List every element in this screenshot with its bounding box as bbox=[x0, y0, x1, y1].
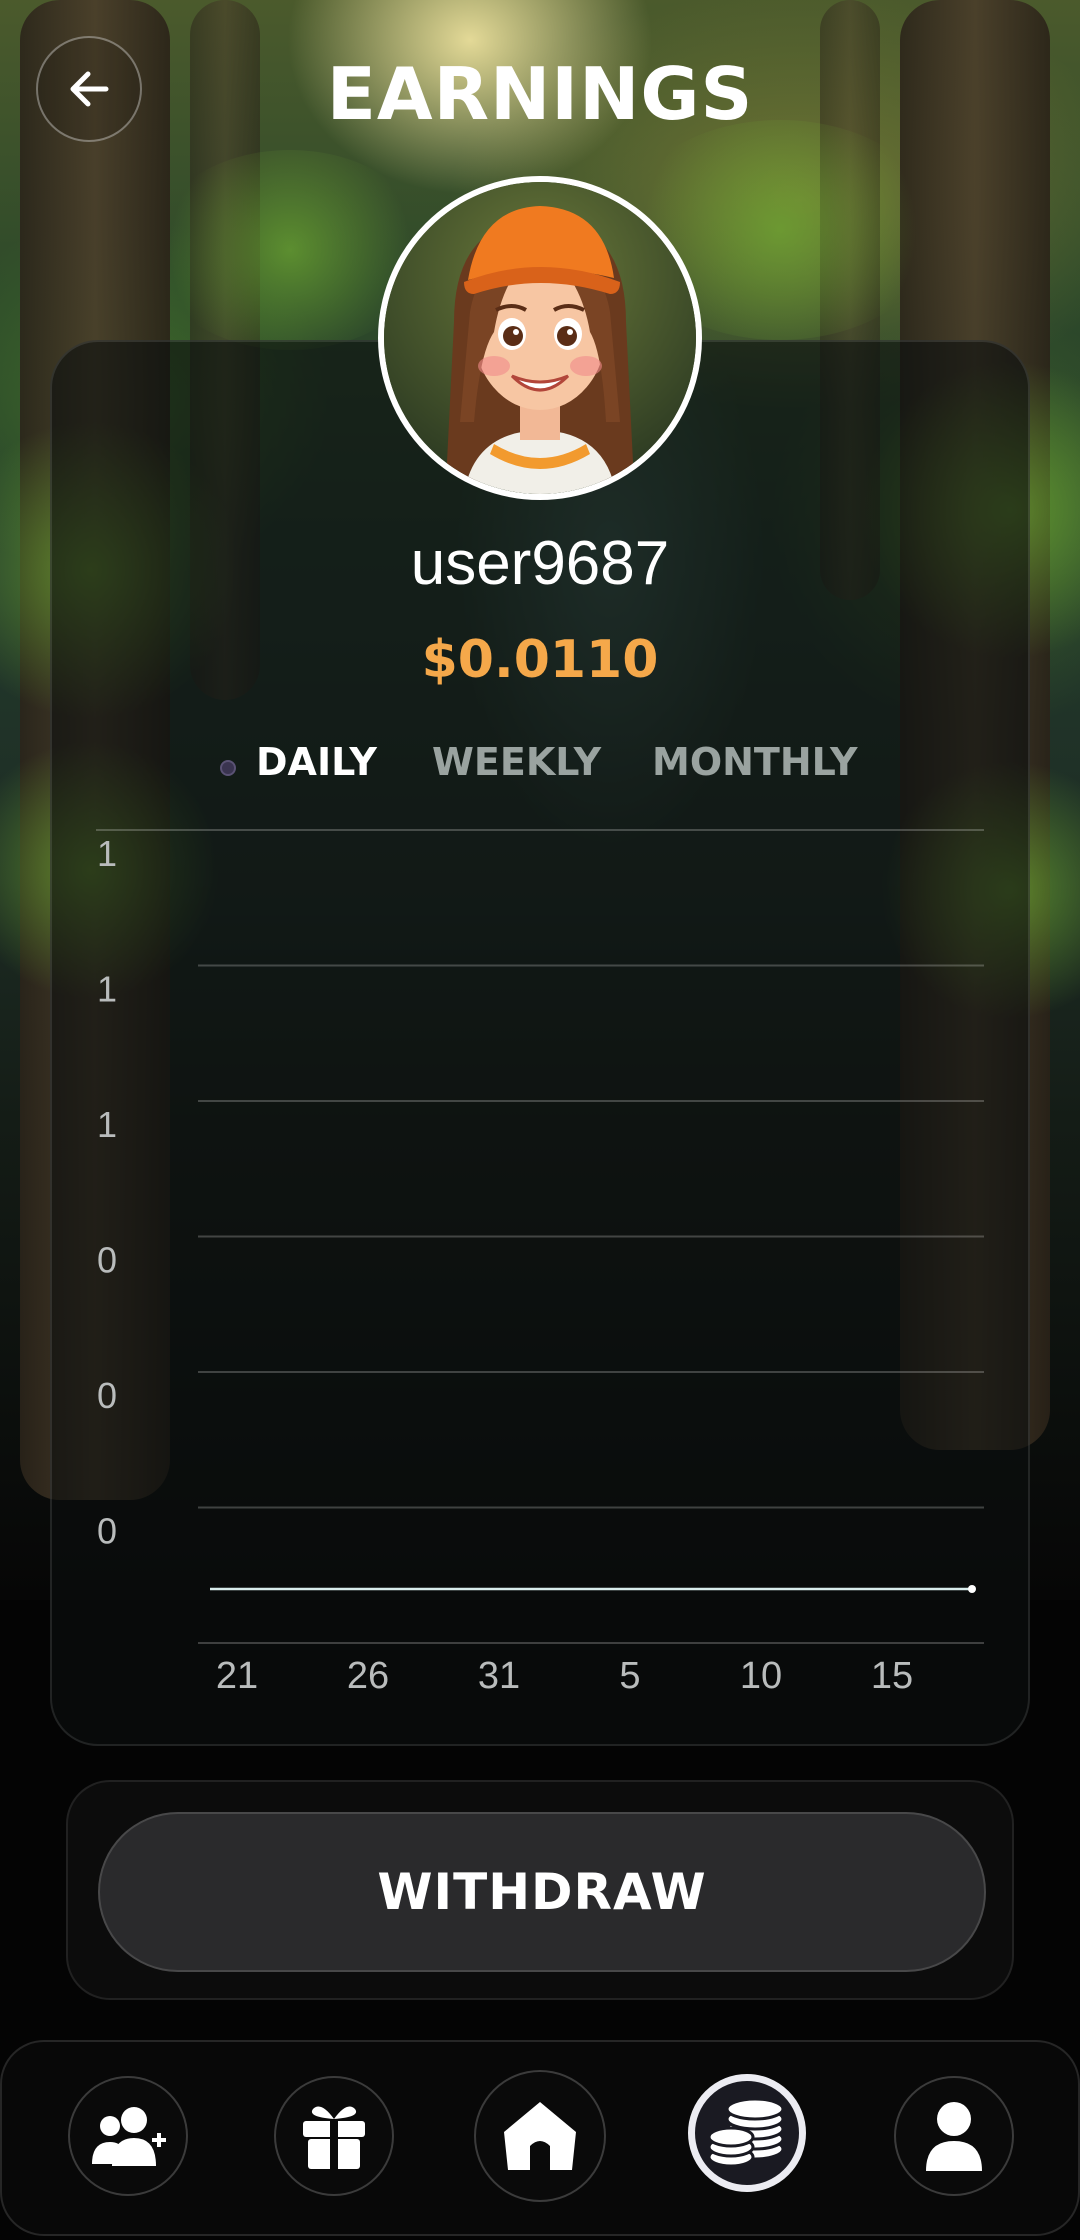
username: user9687 bbox=[410, 529, 670, 598]
coins-icon bbox=[707, 2097, 785, 2168]
tab-daily[interactable]: DAILY bbox=[256, 740, 377, 784]
withdraw-panel: WITHDRAW bbox=[66, 1780, 1014, 2000]
profile-icon bbox=[926, 2102, 982, 2171]
nav-earnings[interactable] bbox=[688, 2074, 806, 2192]
page-title: EARNINGS bbox=[326, 52, 754, 136]
nav-home[interactable] bbox=[474, 2070, 606, 2202]
tab-weekly[interactable]: WEEKLY bbox=[432, 740, 601, 784]
avatar bbox=[378, 176, 702, 500]
gift-icon bbox=[303, 2106, 365, 2169]
avatar-illustration bbox=[384, 182, 696, 494]
home-icon bbox=[504, 2102, 576, 2170]
nav-profile[interactable] bbox=[894, 2076, 1014, 2196]
nav-gift[interactable] bbox=[274, 2076, 394, 2196]
header: EARNINGS bbox=[0, 0, 1080, 190]
withdraw-button[interactable]: WITHDRAW bbox=[98, 1812, 986, 1972]
tab-monthly[interactable]: MONTHLY bbox=[652, 740, 857, 784]
bottom-nav bbox=[0, 2040, 1080, 2236]
nav-add-friend[interactable] bbox=[68, 2076, 188, 2196]
balance-amount: $0.0110 bbox=[421, 630, 659, 690]
tab-indicator-dot bbox=[220, 760, 236, 776]
add-friend-icon bbox=[92, 2107, 166, 2166]
